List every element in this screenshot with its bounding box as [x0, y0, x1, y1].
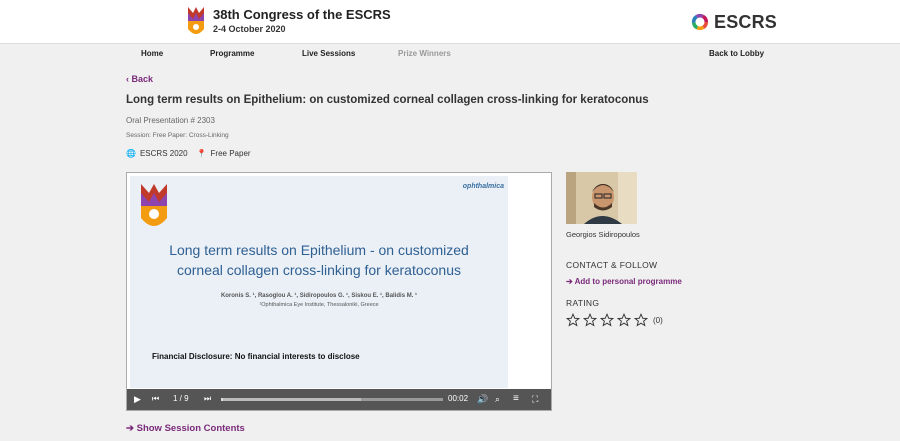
next-slide-icon[interactable]: ⏭: [204, 393, 211, 405]
slide-authors: Koronis S. ¹, Rasoglou A. ¹, Sidiropoulo…: [220, 293, 418, 299]
presentation-slide: ophthalmica Long term results on Epithel…: [130, 176, 508, 388]
slide-counter: 1 / 9: [173, 394, 189, 403]
tag-list: 🌐 ESCRS 2020 📍 Free Paper: [126, 149, 260, 158]
slide-institution: ¹Ophthalmica Eye Institute, Thessaloniki…: [259, 302, 379, 308]
volume-icon[interactable]: 🔊: [477, 393, 488, 405]
tag-type[interactable]: Free Paper: [211, 149, 251, 158]
search-icon[interactable]: ⌕: [495, 393, 500, 405]
speaker-name[interactable]: Georgios Sidiropoulos: [566, 230, 640, 239]
previous-slide-icon[interactable]: ⏮: [152, 393, 159, 405]
escrs-logo[interactable]: ESCRS: [691, 11, 777, 33]
back-link[interactable]: ‹ Back: [126, 74, 153, 84]
main-nav: Home Programme Live Sessions Prize Winne…: [0, 44, 900, 64]
contact-heading: CONTACT & FOLLOW: [566, 260, 658, 270]
congress-title: 38th Congress of the ESCRS: [213, 7, 391, 22]
star-icon[interactable]: [566, 313, 580, 327]
star-icon[interactable]: [600, 313, 614, 327]
video-player[interactable]: ophthalmica Long term results on Epithel…: [126, 172, 552, 411]
show-session-contents-label: Show Session Contents: [136, 423, 245, 434]
speaker-photo: [566, 172, 637, 224]
progress-played: [221, 398, 224, 401]
star-icon[interactable]: [583, 313, 597, 327]
slide-disclosure: Financial Disclosure: No financial inter…: [152, 352, 360, 361]
escrs-brand-text: ESCRS: [714, 11, 778, 32]
fullscreen-icon[interactable]: ⛶: [532, 393, 538, 405]
show-session-contents-link[interactable]: ➔ Show Session Contents: [126, 423, 245, 434]
progress-buffered: [221, 398, 361, 401]
chevron-left-icon: ‹: [126, 74, 129, 84]
slide-sponsor-logo: ophthalmica: [462, 183, 504, 190]
globe-icon: 🌐: [126, 149, 136, 158]
nav-live-sessions[interactable]: Live Sessions: [302, 49, 355, 58]
add-to-programme-label: Add to personal programme: [574, 277, 682, 286]
congress-dates: 2-4 October 2020: [213, 24, 286, 34]
menu-icon[interactable]: ≡: [513, 393, 519, 405]
presentation-number: Oral Presentation # 2303: [126, 116, 215, 125]
playback-time: 00:02: [448, 394, 469, 403]
speaker-avatar-icon: [566, 172, 637, 224]
arrow-right-icon: ➔: [126, 423, 134, 434]
escrs-slide-logo-icon: [141, 184, 167, 226]
nav-back-to-lobby[interactable]: Back to Lobby: [709, 49, 764, 58]
page-title: Long term results on Epithelium: on cust…: [126, 94, 649, 106]
star-icon[interactable]: [634, 313, 648, 327]
nav-home[interactable]: Home: [141, 49, 163, 58]
rating-count: (0): [653, 315, 663, 325]
escrs-congress-logo-icon: [188, 7, 204, 34]
nav-prize-winners[interactable]: Prize Winners: [398, 49, 451, 58]
session-info: Session: Free Paper: Cross-Linking: [126, 132, 229, 139]
rating-stars: (0): [566, 313, 663, 327]
site-header: 38th Congress of the ESCRS 2-4 October 2…: [0, 0, 900, 44]
arrow-right-icon: ➔: [566, 277, 573, 286]
back-label: Back: [131, 74, 154, 84]
progress-bar[interactable]: [221, 398, 443, 401]
pin-icon: 📍: [196, 149, 207, 158]
tag-congress[interactable]: ESCRS 2020: [140, 149, 188, 158]
add-to-programme-link[interactable]: ➔ Add to personal programme: [566, 277, 682, 286]
escrs-ring-icon: [691, 13, 709, 31]
nav-programme[interactable]: Programme: [210, 49, 254, 58]
slide-title-line2: corneal collagen cross-linking for kerat…: [176, 262, 462, 278]
rating-heading: RATING: [566, 298, 600, 308]
slide-title-line1: Long term results on Epithelium - on cus…: [169, 242, 469, 258]
star-icon[interactable]: [617, 313, 631, 327]
play-icon[interactable]: ▶: [134, 393, 141, 405]
player-controls: ▶ ⏮ 1 / 9 ⏭ 00:02 🔊 ⌕ ≡ ⛶: [127, 389, 551, 410]
